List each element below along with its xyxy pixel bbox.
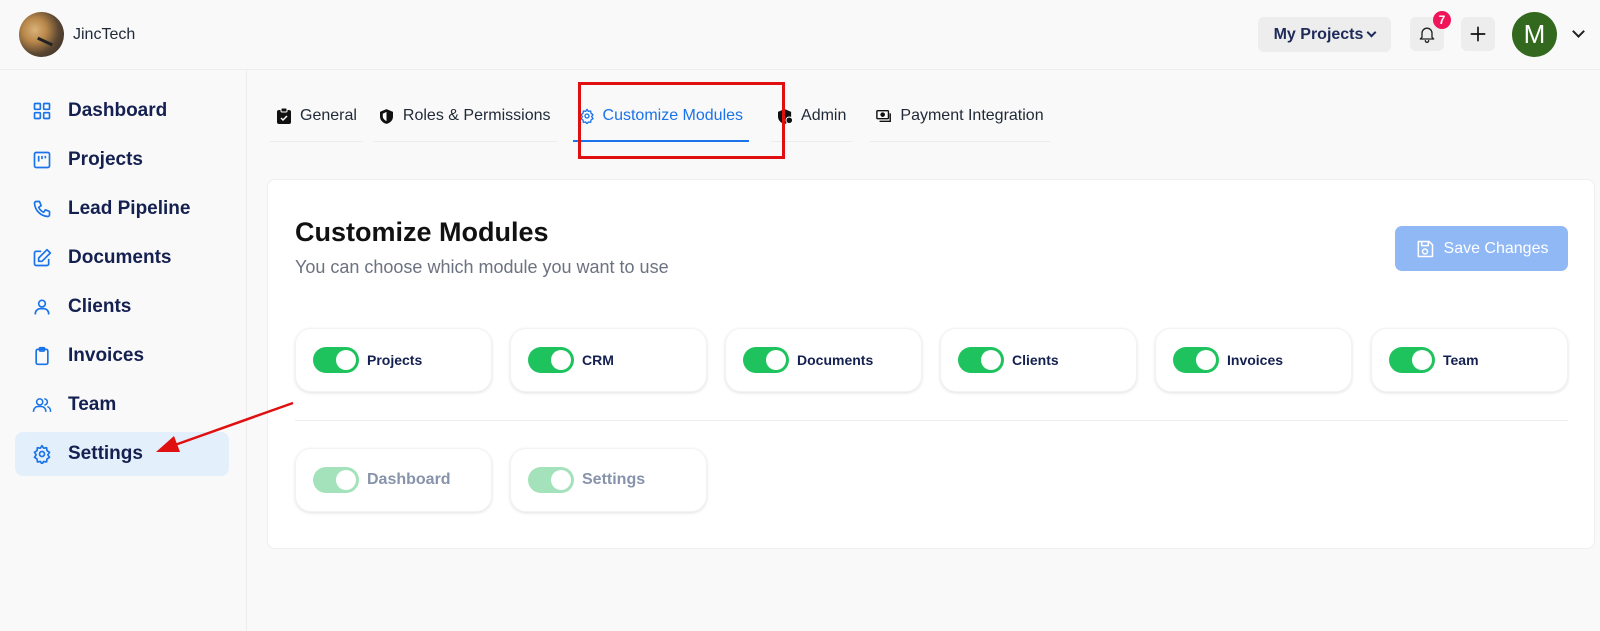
module-card-documents: Documents [725,328,922,392]
module-label: CRM [582,352,614,368]
section-divider [295,420,1568,421]
module-card-dashboard: Dashboard [295,448,492,512]
clipboard-icon [32,346,52,366]
tab-admin[interactable]: Admin [767,90,856,142]
money-icon [876,108,892,124]
grid-icon [32,101,52,121]
module-label: Invoices [1227,352,1284,368]
sidebar-item-label: Dashboard [68,100,168,121]
sidebar-item-lead-pipeline[interactable]: Lead Pipeline [15,187,229,231]
shield-user-icon [777,108,793,124]
sidebar-item-label: Lead Pipeline [68,198,191,219]
phone-icon [32,199,52,219]
sidebar-item-invoices[interactable]: Invoices [15,334,229,378]
module-toggle-settings-locked [528,467,574,493]
chevron-down-icon [1366,27,1377,38]
module-label: Projects [367,352,423,368]
module-toggle-crm[interactable] [528,347,574,373]
module-card-settings: Settings [510,448,707,512]
plus-icon [1470,26,1486,42]
sidebar-item-label: Settings [68,443,143,464]
brand[interactable]: JincTech [19,12,135,57]
shield-icon [379,108,395,124]
save-changes-label: Save Changes [1443,239,1549,257]
add-button[interactable] [1461,17,1495,51]
page-title: Customize Modules [295,217,549,247]
brand-logo [19,12,64,57]
module-toggle-clients[interactable] [958,347,1004,373]
tab-label: Admin [801,107,847,124]
module-card-projects: Projects [295,328,492,392]
edit-icon [32,248,52,268]
sidebar: Dashboard Projects Lead Pipeline Documen… [0,70,247,631]
tab-label: Payment Integration [900,107,1044,124]
module-card-invoices: Invoices [1155,328,1352,392]
bell-icon [1419,27,1435,43]
module-label: Documents [797,352,874,368]
tab-label: General [300,107,357,124]
tab-customize-modules[interactable]: Customize Modules [569,90,754,142]
module-card-team: Team [1371,328,1568,392]
module-card-crm: CRM [510,328,707,392]
brand-name: JincTech [73,25,136,43]
module-toggle-documents[interactable] [743,347,789,373]
module-label: Clients [1012,352,1059,368]
my-projects-dropdown[interactable]: My Projects [1258,17,1391,52]
page-subtitle: You can choose which module you want to … [295,257,669,277]
tab-payment-integration[interactable]: Payment Integration [866,90,1053,142]
sidebar-item-label: Documents [68,247,172,268]
users-icon [32,395,52,415]
notification-badge: 7 [1433,11,1451,29]
sidebar-item-label: Team [68,394,117,415]
kanban-icon [32,150,52,170]
module-card-clients: Clients [940,328,1137,392]
user-avatar[interactable]: M [1512,12,1557,57]
module-toggle-team[interactable] [1389,347,1435,373]
sidebar-item-projects[interactable]: Projects [15,138,229,182]
save-changes-button[interactable]: Save Changes [1395,226,1568,271]
module-label: Team [1443,352,1479,368]
my-projects-label: My Projects [1273,25,1364,43]
customize-modules-panel: Customize Modules You can choose which m… [267,179,1595,549]
sidebar-item-label: Invoices [68,345,145,366]
sidebar-item-clients[interactable]: Clients [15,285,229,329]
module-toggle-projects[interactable] [313,347,359,373]
module-label: Settings [582,471,646,488]
sidebar-item-label: Projects [68,149,143,170]
clipboard-check-icon [276,108,292,124]
sidebar-item-team[interactable]: Team [15,383,229,427]
sidebar-item-label: Clients [68,296,132,317]
user-icon [32,297,52,317]
tab-roles-permissions[interactable]: Roles & Permissions [369,90,561,142]
save-icon [1417,240,1433,257]
sidebar-item-settings[interactable]: Settings [15,432,229,476]
module-toggle-dashboard-locked [313,467,359,493]
gear-icon [579,108,595,124]
sidebar-item-documents[interactable]: Documents [15,236,229,280]
tab-label: Customize Modules [602,107,744,124]
module-toggle-invoices[interactable] [1173,347,1219,373]
module-label: Dashboard [367,471,451,488]
sidebar-item-dashboard[interactable]: Dashboard [15,89,229,133]
gear-icon [32,444,52,464]
settings-tabs: General Roles & Permissions Customize Mo… [266,90,1054,142]
tab-general[interactable]: General [266,90,367,142]
tab-label: Roles & Permissions [402,107,551,124]
